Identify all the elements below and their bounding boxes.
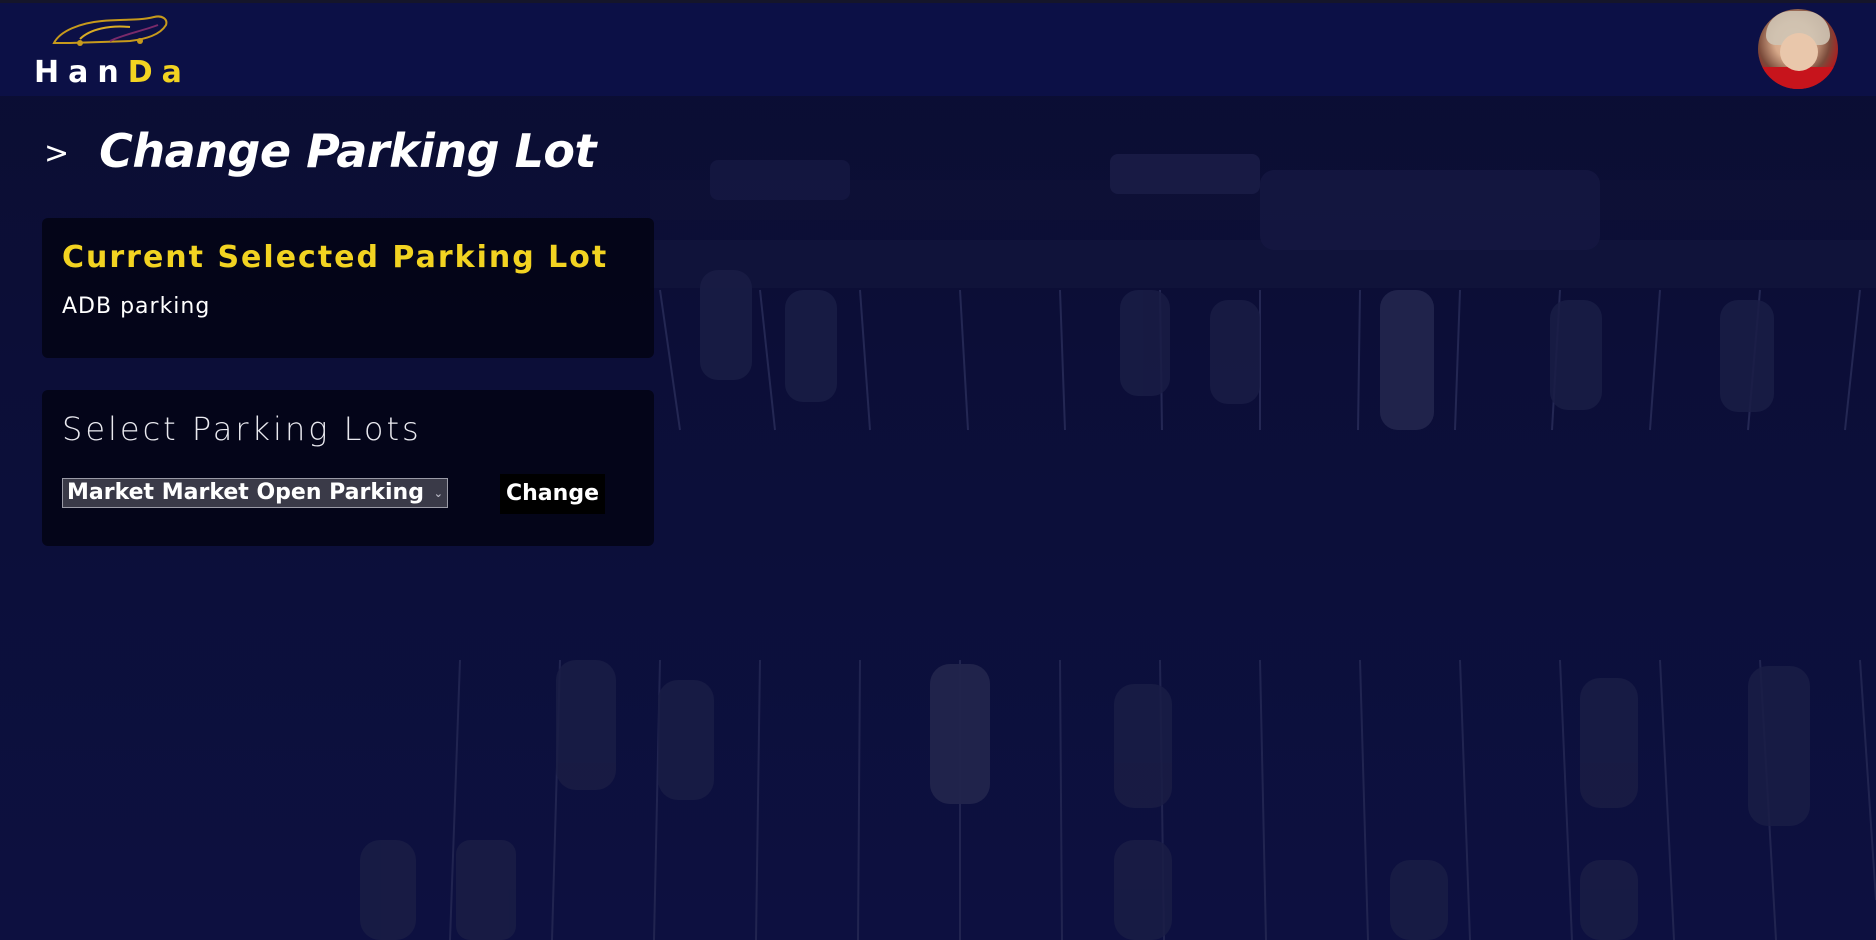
chevron-right-icon: >	[44, 135, 70, 171]
select-parking-lots-title: Select Parking Lots	[62, 410, 422, 448]
current-parking-lot-card: Current Selected Parking Lot ADB parking	[42, 218, 654, 358]
select-parking-lot-card: Select Parking Lots Market Market Open P…	[42, 390, 654, 546]
chevron-down-icon: ⌄	[433, 487, 443, 500]
parking-lot-select-value: Market Market Open Parking	[67, 480, 424, 505]
page-title: Change Parking Lot	[99, 124, 597, 178]
current-parking-lot-value: ADB parking	[62, 294, 211, 319]
logo-text-second: Da	[127, 55, 191, 90]
car-logo-icon	[50, 13, 170, 51]
user-avatar[interactable]	[1758, 9, 1838, 89]
change-button[interactable]: Change	[500, 474, 605, 514]
page: HanDa > Change Parking Lot Current Selec…	[0, 0, 1876, 940]
page-heading: > Change Parking Lot	[44, 124, 597, 178]
logo-text-first: Han	[34, 55, 128, 90]
app-logo[interactable]: HanDa	[34, 13, 184, 93]
top-navigation-bar: HanDa	[0, 0, 1876, 96]
avatar-face	[1780, 33, 1818, 71]
parking-lot-select[interactable]: Market Market Open Parking ⌄	[62, 478, 448, 508]
current-parking-lot-title: Current Selected Parking Lot	[62, 240, 609, 275]
app-logo-text: HanDa	[34, 55, 191, 90]
